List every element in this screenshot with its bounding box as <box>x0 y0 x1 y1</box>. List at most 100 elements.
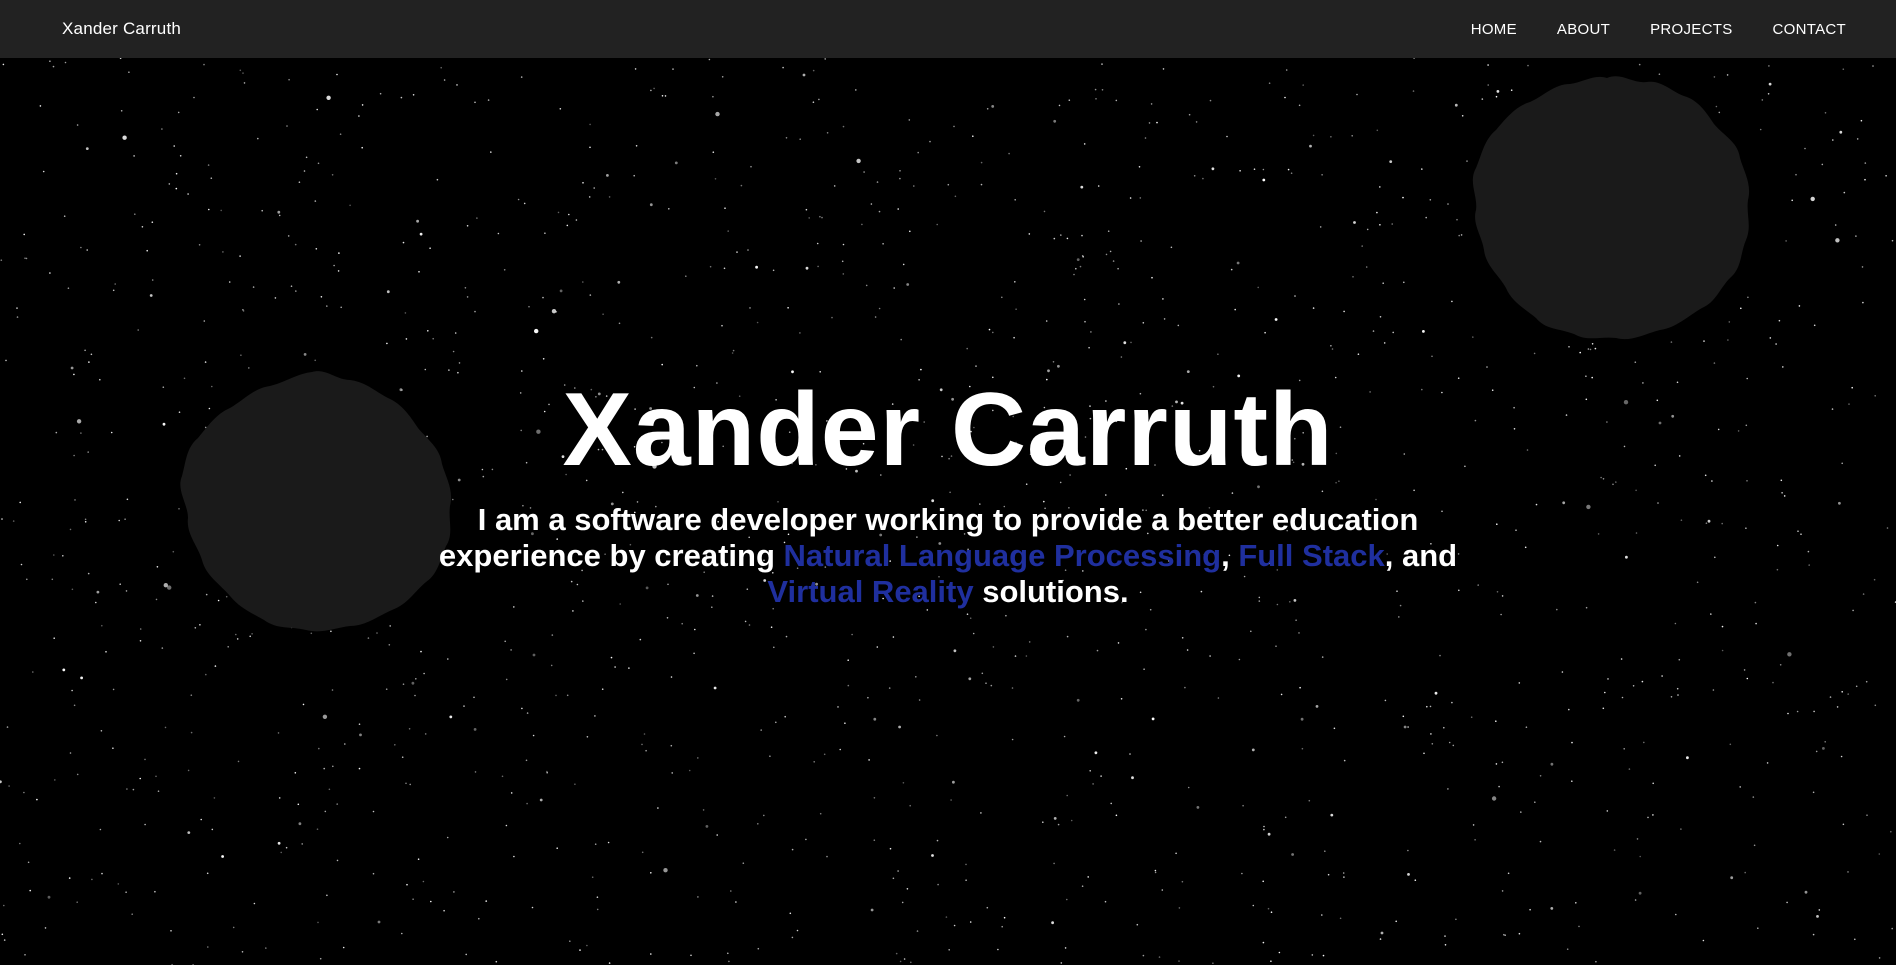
star <box>120 110 123 112</box>
star <box>863 171 865 173</box>
star <box>1854 938 1856 941</box>
star <box>816 242 819 245</box>
star <box>302 703 305 706</box>
nav-link-projects[interactable]: PROJECTS <box>1650 21 1732 38</box>
star <box>666 617 669 619</box>
star <box>47 895 51 899</box>
star <box>775 721 777 724</box>
star <box>1088 346 1090 349</box>
star <box>1330 136 1332 138</box>
nav-link-contact[interactable]: CONTACT <box>1773 21 1846 38</box>
star <box>446 836 449 839</box>
skill-link-full-stack[interactable]: Full Stack <box>1238 538 1384 573</box>
star <box>899 177 901 180</box>
star <box>114 283 116 285</box>
star <box>39 105 42 107</box>
star <box>953 924 956 927</box>
brand-link[interactable]: Xander Carruth <box>62 19 181 39</box>
star <box>1503 933 1505 936</box>
star <box>151 279 154 281</box>
star <box>539 798 543 802</box>
star <box>903 958 906 960</box>
star <box>505 824 508 827</box>
star <box>206 872 209 875</box>
star <box>1295 619 1297 621</box>
star <box>1212 962 1214 964</box>
star <box>1331 348 1334 350</box>
star <box>505 678 508 681</box>
star <box>388 644 391 646</box>
star <box>731 352 734 354</box>
star <box>417 858 420 860</box>
star <box>412 94 415 96</box>
star <box>1872 65 1874 67</box>
star <box>134 213 136 215</box>
star <box>1312 134 1315 137</box>
skill-link-virtual-reality[interactable]: Virtual Reality <box>767 574 973 609</box>
star <box>1175 852 1177 855</box>
nav-link-home[interactable]: HOME <box>1471 21 1517 38</box>
star <box>1730 876 1734 880</box>
star <box>661 363 663 366</box>
star <box>463 705 465 707</box>
star <box>808 217 810 219</box>
star <box>1634 361 1637 364</box>
star <box>1652 782 1654 785</box>
star <box>575 219 578 221</box>
star <box>1822 747 1825 750</box>
star <box>1060 962 1063 964</box>
skill-link-nlp[interactable]: Natural Language Processing <box>784 538 1222 573</box>
star <box>1804 890 1808 894</box>
star <box>696 364 698 367</box>
star <box>52 65 55 68</box>
star <box>1270 960 1272 962</box>
star <box>1309 144 1312 148</box>
star <box>510 792 513 794</box>
star <box>32 671 34 673</box>
star <box>1075 267 1077 270</box>
star <box>429 247 431 249</box>
star <box>394 744 396 746</box>
star <box>931 854 934 857</box>
home-page: Xander Carruth HOME ABOUT PROJECTS CONTA… <box>0 0 1896 965</box>
star <box>1154 871 1157 874</box>
star <box>1403 725 1407 729</box>
star <box>799 138 801 140</box>
star <box>572 610 574 612</box>
star <box>1262 941 1265 944</box>
star <box>168 183 171 185</box>
star <box>236 638 239 640</box>
star <box>1847 693 1849 695</box>
star <box>796 929 799 932</box>
star <box>328 788 331 791</box>
star <box>851 633 853 636</box>
star <box>1014 281 1016 283</box>
star <box>326 95 331 101</box>
star <box>280 851 283 854</box>
star <box>968 677 972 681</box>
star <box>1025 655 1028 657</box>
star <box>228 281 231 283</box>
star <box>873 797 876 799</box>
star <box>657 807 659 809</box>
star <box>645 749 647 752</box>
star <box>1680 828 1682 830</box>
star <box>594 843 597 845</box>
star <box>902 263 905 266</box>
star <box>1686 756 1689 760</box>
nav-link-about[interactable]: ABOUT <box>1557 21 1610 38</box>
star <box>1395 920 1397 923</box>
star <box>661 95 664 97</box>
star <box>359 733 362 737</box>
star <box>419 232 423 236</box>
star <box>1234 308 1236 311</box>
star <box>1094 751 1098 755</box>
star <box>856 158 861 164</box>
star <box>551 309 557 314</box>
star <box>1321 656 1324 658</box>
star <box>510 649 512 651</box>
star <box>544 232 546 234</box>
star <box>239 69 242 72</box>
star <box>668 208 670 210</box>
star <box>1080 185 1084 189</box>
